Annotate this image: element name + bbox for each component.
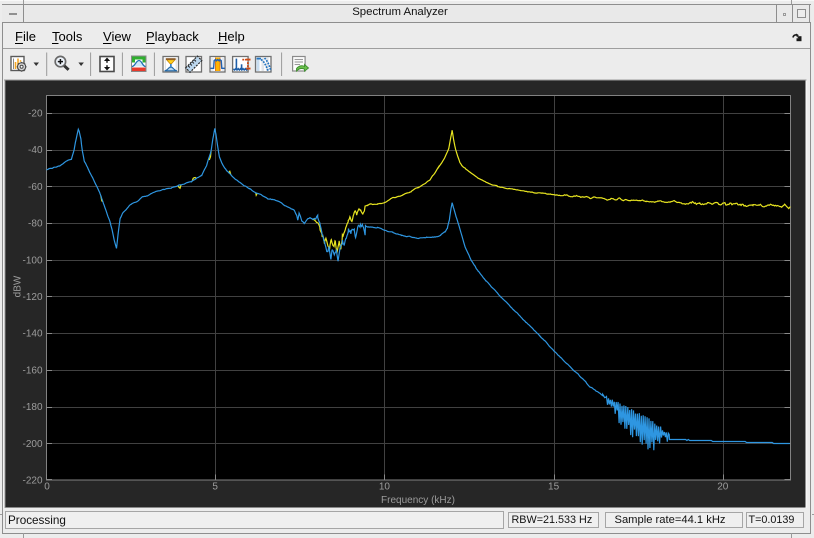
svg-text:-60: -60 bbox=[28, 182, 43, 193]
svg-text:-200: -200 bbox=[22, 439, 42, 450]
svg-text:-140: -140 bbox=[22, 329, 42, 340]
svg-text:0: 0 bbox=[44, 482, 50, 493]
svg-text:-180: -180 bbox=[22, 402, 42, 413]
svg-text:-160: -160 bbox=[22, 365, 42, 376]
svg-text:dBW: dBW bbox=[13, 275, 24, 297]
svg-text:-20: -20 bbox=[28, 109, 43, 120]
svg-text:15: 15 bbox=[548, 482, 560, 493]
svg-text:20: 20 bbox=[717, 482, 729, 493]
svg-text:-220: -220 bbox=[22, 476, 42, 487]
svg-text:Frequency (kHz): Frequency (kHz) bbox=[381, 495, 455, 506]
svg-text:10: 10 bbox=[379, 482, 391, 493]
svg-text:5: 5 bbox=[212, 482, 218, 493]
svg-text:-40: -40 bbox=[28, 145, 43, 156]
svg-text:-80: -80 bbox=[28, 219, 43, 230]
svg-text:-100: -100 bbox=[22, 255, 42, 266]
svg-text:-120: -120 bbox=[22, 292, 42, 303]
